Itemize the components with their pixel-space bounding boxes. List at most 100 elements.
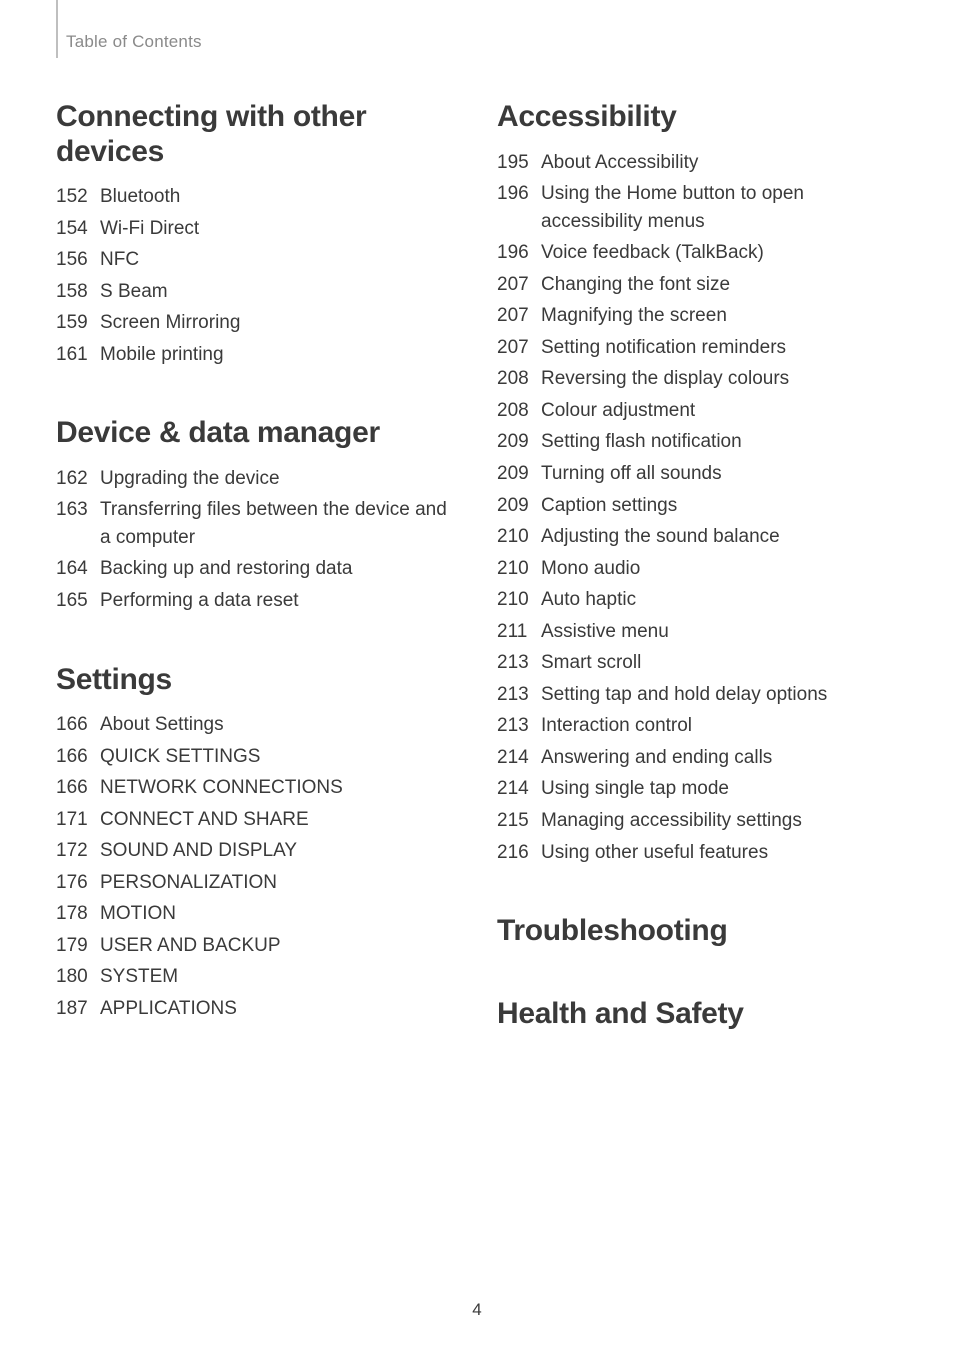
toc-entry[interactable]: 213Interaction control (497, 712, 898, 740)
toc-entry-title: Wi-Fi Direct (100, 215, 457, 243)
toc-entry[interactable]: 210Auto haptic (497, 586, 898, 614)
toc-entry[interactable]: 162Upgrading the device (56, 465, 457, 493)
toc-entry-title: Bluetooth (100, 183, 457, 211)
toc-entry[interactable]: 208Colour adjustment (497, 397, 898, 425)
toc-entry[interactable]: 210Mono audio (497, 555, 898, 583)
toc-entry[interactable]: 171CONNECT AND SHARE (56, 806, 457, 834)
section-heading[interactable]: Device & data manager (56, 416, 457, 451)
toc-section: Connecting with other devices 152Bluetoot… (56, 100, 457, 368)
toc-entry[interactable]: 164Backing up and restoring data (56, 555, 457, 583)
toc-entry-page: 209 (497, 428, 541, 456)
toc-entry-title: Turning off all sounds (541, 460, 898, 488)
toc-entry-page: 195 (497, 149, 541, 177)
section-heading[interactable]: Accessibility (497, 100, 898, 135)
toc-entry-title: APPLICATIONS (100, 995, 457, 1023)
toc-entry-page: 213 (497, 649, 541, 677)
toc-entry[interactable]: 179USER AND BACKUP (56, 932, 457, 960)
toc-section: Device & data manager 162Upgrading the de… (56, 416, 457, 614)
toc-entry[interactable]: 156NFC (56, 246, 457, 274)
toc-entry-page: 211 (497, 618, 541, 646)
toc-entry[interactable]: 196Voice feedback (TalkBack) (497, 239, 898, 267)
toc-entry-title: Setting flash notification (541, 428, 898, 456)
toc-entry[interactable]: 180SYSTEM (56, 963, 457, 991)
toc-entry-title: Caption settings (541, 492, 898, 520)
toc-entry-title: NETWORK CONNECTIONS (100, 774, 457, 802)
toc-entry-title: Interaction control (541, 712, 898, 740)
toc-entry-title: Colour adjustment (541, 397, 898, 425)
section-heading[interactable]: Settings (56, 663, 457, 698)
section-heading[interactable]: Troubleshooting (497, 914, 898, 949)
toc-entry[interactable]: 207Setting notification reminders (497, 334, 898, 362)
toc-entry[interactable]: 161Mobile printing (56, 341, 457, 369)
toc-entry[interactable]: 165Performing a data reset (56, 587, 457, 615)
toc-entry[interactable]: 208Reversing the display colours (497, 365, 898, 393)
toc-entry[interactable]: 216Using other useful features (497, 839, 898, 867)
toc-entry-title: PERSONALIZATION (100, 869, 457, 897)
toc-entry-page: 176 (56, 869, 100, 897)
toc-entry-page: 156 (56, 246, 100, 274)
toc-entry-page: 180 (56, 963, 100, 991)
toc-entry-page: 187 (56, 995, 100, 1023)
toc-entry-title: MOTION (100, 900, 457, 928)
toc-section: Settings166About Settings166QUICK SETTIN… (56, 663, 457, 1023)
toc-entry[interactable]: 159Screen Mirroring (56, 309, 457, 337)
toc-entry[interactable]: 213Smart scroll (497, 649, 898, 677)
toc-entry-title: Magnifying the screen (541, 302, 898, 330)
toc-entry[interactable]: 187APPLICATIONS (56, 995, 457, 1023)
toc-entry-page: 166 (56, 711, 100, 739)
toc-entry-page: 172 (56, 837, 100, 865)
toc-entry[interactable]: 166NETWORK CONNECTIONS (56, 774, 457, 802)
toc-entry[interactable]: 154Wi-Fi Direct (56, 215, 457, 243)
toc-entry-title: Transferring files between the device an… (100, 496, 457, 551)
toc-entry[interactable]: 163Transferring files between the device… (56, 496, 457, 551)
toc-entry-page: 215 (497, 807, 541, 835)
toc-entry[interactable]: 176PERSONALIZATION (56, 869, 457, 897)
toc-entry[interactable]: 178MOTION (56, 900, 457, 928)
toc-entry[interactable]: 196Using the Home button to open accessi… (497, 180, 898, 235)
toc-entry[interactable]: 207Magnifying the screen (497, 302, 898, 330)
toc-entry[interactable]: 209Turning off all sounds (497, 460, 898, 488)
toc-entry-page: 214 (497, 775, 541, 803)
toc-entry-page: 166 (56, 774, 100, 802)
toc-entry[interactable]: 209Caption settings (497, 492, 898, 520)
toc-entry-title: Screen Mirroring (100, 309, 457, 337)
toc-entry[interactable]: 211Assistive menu (497, 618, 898, 646)
toc-section: Accessibility 195About Accessibility 196Us… (497, 100, 898, 866)
toc-entry[interactable]: 214Answering and ending calls (497, 744, 898, 772)
toc-columns: Connecting with other devices 152Bluetoot… (56, 100, 898, 1045)
toc-entry-title: About Settings (100, 711, 457, 739)
toc-entry[interactable]: 209Setting flash notification (497, 428, 898, 456)
section-heading[interactable]: Connecting with other devices (56, 100, 457, 169)
toc-entry[interactable]: 166QUICK SETTINGS (56, 743, 457, 771)
section-heading[interactable]: Health and Safety (497, 997, 898, 1032)
toc-entry[interactable]: 158S Beam (56, 278, 457, 306)
toc-entry-title: About Accessibility (541, 149, 898, 177)
toc-entry[interactable]: 215Managing accessibility settings (497, 807, 898, 835)
toc-entry[interactable]: 210Adjusting the sound balance (497, 523, 898, 551)
toc-entry[interactable]: 214Using single tap mode (497, 775, 898, 803)
toc-entry-page: 152 (56, 183, 100, 211)
toc-entry[interactable]: 213Setting tap and hold delay options (497, 681, 898, 709)
toc-entry-title: Assistive menu (541, 618, 898, 646)
toc-entry-title: Mono audio (541, 555, 898, 583)
toc-entry[interactable]: 166About Settings (56, 711, 457, 739)
toc-entry-title: Adjusting the sound balance (541, 523, 898, 551)
toc-entry-page: 171 (56, 806, 100, 834)
toc-entry-title: Using single tap mode (541, 775, 898, 803)
toc-entry-page: 213 (497, 712, 541, 740)
toc-entry-page: 166 (56, 743, 100, 771)
toc-entry-page: 214 (497, 744, 541, 772)
toc-entry[interactable]: 172SOUND AND DISPLAY (56, 837, 457, 865)
toc-section: Troubleshooting (497, 914, 898, 949)
toc-entry[interactable]: 152Bluetooth (56, 183, 457, 211)
toc-entry[interactable]: 195About Accessibility (497, 149, 898, 177)
toc-entry-title: QUICK SETTINGS (100, 743, 457, 771)
toc-column-right: Accessibility 195About Accessibility 196Us… (497, 100, 898, 1045)
toc-entry-page: 210 (497, 586, 541, 614)
toc-entry-title: SOUND AND DISPLAY (100, 837, 457, 865)
toc-entry[interactable]: 207Changing the font size (497, 271, 898, 299)
toc-section: Health and Safety (497, 997, 898, 1032)
toc-entry-title: NFC (100, 246, 457, 274)
toc-entry-title: Auto haptic (541, 586, 898, 614)
toc-entry-title: Managing accessibility settings (541, 807, 898, 835)
